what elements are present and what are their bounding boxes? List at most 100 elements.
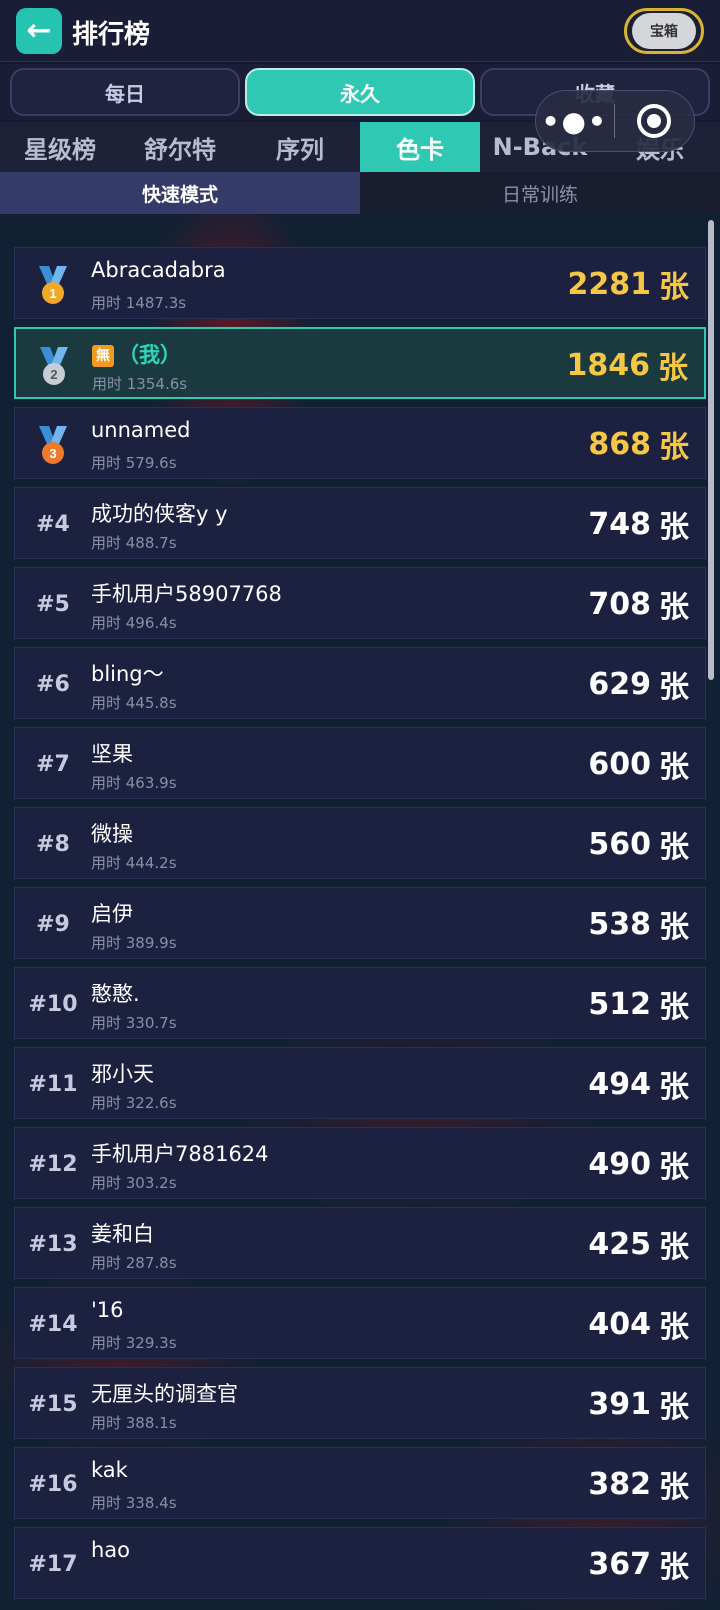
player-name: bling～ bbox=[91, 658, 164, 688]
player-name: 邪小天 bbox=[91, 1058, 154, 1088]
leaderboard-row[interactable]: 1 Abracadabra 用时 1487.3s 2281 张 bbox=[14, 247, 706, 319]
leaderboard-row[interactable]: 2 無（我） 用时 1354.6s 1846 张 bbox=[14, 327, 706, 399]
gold-medal-icon: 1 bbox=[39, 266, 67, 304]
tab-daily-training[interactable]: 日常训练 bbox=[360, 172, 720, 214]
leaderboard-list[interactable]: 1 Abracadabra 用时 1487.3s 2281 张 2 無（我） 用时 1354.… bbox=[0, 214, 720, 1610]
leaderboard-row[interactable]: #5 手机用户58907768 用时 496.4s 708 张 bbox=[14, 567, 706, 639]
leaderboard-row[interactable]: #15 无厘头的调查官 用时 388.1s 391 张 bbox=[14, 1367, 706, 1439]
time-used: 用时 445.8s bbox=[91, 694, 177, 712]
player-name: hao bbox=[91, 1538, 130, 1562]
leaderboard-row[interactable]: #17 hao 367 张 bbox=[14, 1527, 706, 1599]
score-unit: 张 bbox=[659, 670, 689, 705]
score-value: 629 bbox=[588, 666, 651, 702]
svg-text:1: 1 bbox=[49, 286, 56, 301]
score-value: 2281 bbox=[567, 266, 652, 302]
leaderboard-row[interactable]: #14 '16 用时 329.3s 404 张 bbox=[14, 1287, 706, 1359]
score-value: 1846 bbox=[566, 347, 651, 383]
silver-medal-icon: 2 bbox=[40, 347, 68, 385]
time-used: 用时 579.6s bbox=[91, 454, 177, 472]
score-unit: 张 bbox=[658, 351, 688, 386]
player-name-text: 邪小天 bbox=[91, 1062, 154, 1086]
tab-star-ranking[interactable]: 星级榜 bbox=[0, 122, 120, 172]
back-arrow-icon: ← bbox=[26, 13, 52, 48]
score-value: 367 bbox=[588, 1546, 651, 1582]
treasure-chest-button[interactable]: 宝箱 bbox=[624, 8, 704, 54]
time-used: 用时 488.7s bbox=[91, 534, 177, 552]
score: 425 张 bbox=[588, 1208, 689, 1280]
score-value: 494 bbox=[588, 1066, 651, 1102]
score-unit: 张 bbox=[659, 910, 689, 945]
rank-number: #14 bbox=[28, 1311, 78, 1337]
leaderboard-row[interactable]: #9 启伊 用时 389.9s 538 张 bbox=[14, 887, 706, 959]
player-name: 微操 bbox=[91, 818, 133, 848]
score: 367 张 bbox=[588, 1528, 689, 1600]
player-name-text: 坚果 bbox=[91, 742, 133, 766]
score-value: 512 bbox=[588, 986, 651, 1022]
player-name: 启伊 bbox=[91, 898, 133, 928]
player-name: 无厘头的调查官 bbox=[91, 1378, 238, 1408]
player-name: 姜和白 bbox=[91, 1218, 154, 1248]
score-unit: 张 bbox=[659, 1070, 689, 1105]
leaderboard-row[interactable]: #13 姜和白 用时 287.8s 425 张 bbox=[14, 1207, 706, 1279]
player-name-text: 手机用户58907768 bbox=[91, 582, 282, 606]
rank-number: #10 bbox=[28, 991, 78, 1017]
more-dots-icon[interactable]: •●• bbox=[536, 105, 614, 138]
leaderboard-row[interactable]: #4 成功的侠客y y 用时 488.7s 748 张 bbox=[14, 487, 706, 559]
bronze-medal-icon: 3 bbox=[39, 426, 67, 464]
svg-text:3: 3 bbox=[49, 446, 56, 461]
score-unit: 张 bbox=[659, 1230, 689, 1265]
leaderboard-row[interactable]: #12 手机用户7881624 用时 303.2s 490 张 bbox=[14, 1127, 706, 1199]
time-used: 用时 303.2s bbox=[91, 1174, 177, 1192]
tab-permanent[interactable]: 永久 bbox=[245, 68, 475, 116]
score-unit: 张 bbox=[659, 590, 689, 625]
rank-number: #9 bbox=[36, 911, 70, 937]
leaderboard-row[interactable]: #16 kak 用时 338.4s 382 张 bbox=[14, 1447, 706, 1519]
player-name: 手机用户7881624 bbox=[91, 1138, 269, 1168]
score-unit: 张 bbox=[659, 430, 689, 465]
player-name: 坚果 bbox=[91, 738, 133, 768]
score-value: 600 bbox=[588, 746, 651, 782]
time-used: 用时 338.4s bbox=[91, 1494, 177, 1512]
leaderboard-row[interactable]: #6 bling～ 用时 445.8s 629 张 bbox=[14, 647, 706, 719]
tab-sequence[interactable]: 序列 bbox=[240, 122, 360, 172]
score: 600 张 bbox=[588, 728, 689, 800]
score-unit: 张 bbox=[659, 1470, 689, 1505]
score-unit: 张 bbox=[659, 1550, 689, 1585]
score: 629 张 bbox=[588, 648, 689, 720]
score-unit: 张 bbox=[659, 1310, 689, 1345]
score-value: 560 bbox=[588, 826, 651, 862]
player-name-text: hao bbox=[91, 1538, 131, 1562]
score: 512 张 bbox=[588, 968, 689, 1040]
leaderboard-row[interactable]: #10 憨憨. 用时 330.7s 512 张 bbox=[14, 967, 706, 1039]
back-button[interactable]: ← bbox=[16, 8, 62, 54]
time-used: 用时 389.9s bbox=[91, 934, 177, 952]
score-value: 382 bbox=[588, 1466, 651, 1502]
score: 708 张 bbox=[588, 568, 689, 640]
score-unit: 张 bbox=[659, 830, 689, 865]
target-icon bbox=[637, 104, 672, 138]
time-used: 用时 463.9s bbox=[91, 774, 177, 792]
score: 494 张 bbox=[588, 1048, 689, 1120]
score: 1846 张 bbox=[567, 329, 689, 401]
close-miniprogram-button[interactable] bbox=[615, 104, 695, 138]
rank-number: #8 bbox=[36, 831, 70, 857]
tab-quick-mode[interactable]: 快速模式 bbox=[0, 172, 360, 214]
score: 404 张 bbox=[588, 1288, 689, 1360]
player-name-text: 手机用户7881624 bbox=[91, 1142, 269, 1166]
player-name: unnamed bbox=[91, 418, 191, 442]
rank-number: #16 bbox=[28, 1471, 78, 1497]
leaderboard-row[interactable]: 3 unnamed 用时 579.6s 868 张 bbox=[14, 407, 706, 479]
miniprogram-capsule: •●• bbox=[535, 90, 695, 152]
scrollbar[interactable] bbox=[708, 220, 714, 680]
leaderboard-row[interactable]: #7 坚果 用时 463.9s 600 张 bbox=[14, 727, 706, 799]
player-name-text: 微操 bbox=[91, 822, 133, 846]
tab-schulte[interactable]: 舒尔特 bbox=[120, 122, 240, 172]
tab-daily[interactable]: 每日 bbox=[10, 68, 240, 116]
player-name: kak bbox=[91, 1458, 128, 1482]
time-used: 用时 388.1s bbox=[91, 1414, 177, 1432]
score-unit: 张 bbox=[659, 750, 689, 785]
leaderboard-row[interactable]: #8 微操 用时 444.2s 560 张 bbox=[14, 807, 706, 879]
tab-color-card[interactable]: 色卡 bbox=[360, 122, 480, 172]
rank-number: #15 bbox=[28, 1391, 78, 1417]
leaderboard-row[interactable]: #11 邪小天 用时 322.6s 494 张 bbox=[14, 1047, 706, 1119]
